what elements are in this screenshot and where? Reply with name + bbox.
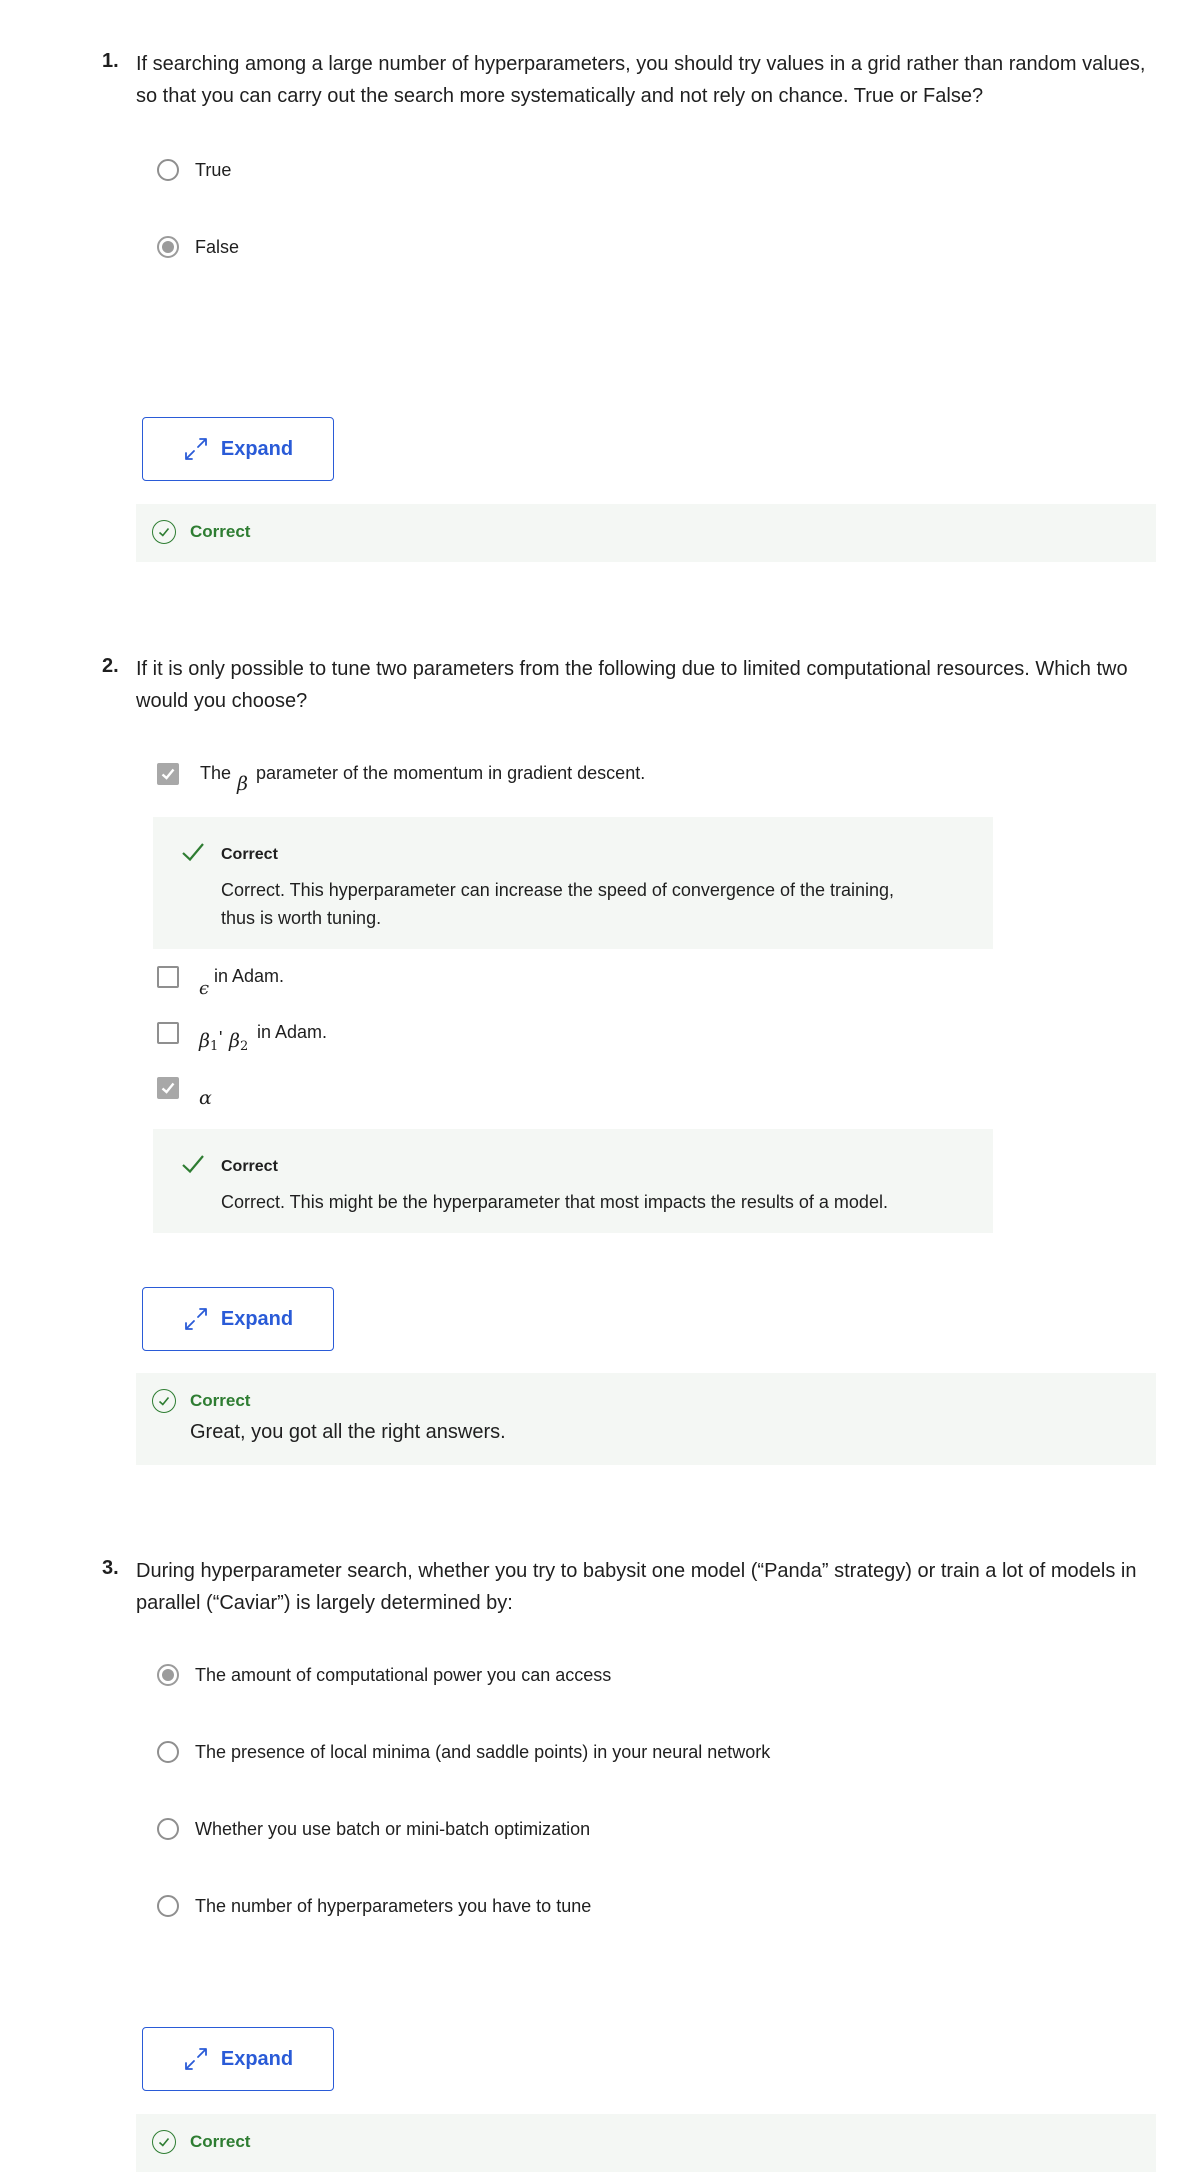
feedback-label: Correct	[221, 1158, 278, 1175]
option-label-prefix: The	[200, 763, 232, 783]
beta-symbol: β	[237, 773, 248, 795]
radio-button-selected[interactable]	[157, 1664, 179, 1686]
option-local-minima[interactable]: The presence of local minima (and saddle…	[157, 1741, 770, 1763]
option-label-suffix: parameter of the momentum in gradient de…	[256, 763, 646, 783]
check-circle-icon	[152, 520, 176, 544]
epsilon-symbol: ϵ	[199, 978, 210, 999]
question-number: 1.	[102, 50, 119, 72]
expand-label: Expand	[220, 1307, 294, 1330]
expand-arrows-icon	[184, 438, 207, 460]
question-text-line2: so that you can carry out the search mor…	[136, 85, 984, 107]
expand-label: Expand	[220, 2047, 294, 2070]
option-batch-optimization[interactable]: Whether you use batch or mini-batch opti…	[157, 1818, 590, 1840]
option-computational-power[interactable]: The amount of computational power you ca…	[157, 1664, 611, 1686]
option-false[interactable]: False	[157, 236, 239, 258]
separator: '	[219, 1028, 223, 1048]
option-number-hyperparameters[interactable]: The number of hyperparameters you have t…	[157, 1895, 591, 1917]
expand-arrows-icon	[184, 1308, 207, 1330]
checkbox[interactable]	[157, 1022, 179, 1044]
feedback-label: Correct	[221, 846, 278, 863]
question-text-line1: If it is only possible to tune two param…	[136, 658, 1128, 680]
feedback-panel: Correct Correct. This might be the hyper…	[153, 1129, 993, 1233]
expand-button[interactable]: Expand	[142, 2027, 334, 2091]
result-label: Correct	[190, 2132, 251, 2151]
option-label: The number of hyperparameters you have t…	[195, 1895, 592, 1916]
feedback-panel: Correct Correct. This hyperparameter can…	[153, 817, 993, 949]
question-text-line1: During hyperparameter search, whether yo…	[136, 1560, 1137, 1582]
radio-button[interactable]	[157, 1818, 179, 1840]
feedback-text-line2: thus is worth tuning.	[221, 908, 382, 928]
beta1-subscript: 1	[210, 1039, 219, 1054]
option-true[interactable]: True	[157, 159, 231, 181]
result-label: Correct	[190, 1391, 251, 1410]
checkbox-checked[interactable]	[157, 1077, 179, 1099]
expand-button[interactable]: Expand	[142, 417, 334, 481]
beta2-symbol: β	[229, 1030, 240, 1052]
radio-button-selected[interactable]	[157, 236, 179, 258]
expand-button[interactable]: Expand	[142, 1287, 334, 1351]
radio-button[interactable]	[157, 159, 179, 181]
question-text-line1: If searching among a large number of hyp…	[136, 53, 1146, 75]
option-label: The amount of computational power you ca…	[195, 1664, 612, 1685]
checkmark-icon	[161, 1082, 175, 1094]
option-label: True	[195, 159, 232, 180]
question-number: 2.	[102, 655, 119, 677]
checkbox-checked[interactable]	[157, 763, 179, 785]
option-label: The presence of local minima (and saddle…	[195, 1741, 771, 1762]
radio-button[interactable]	[157, 1741, 179, 1763]
result-panel: Correct	[136, 2114, 1156, 2172]
alpha-symbol: α	[199, 1087, 212, 1109]
result-panel: Correct	[136, 504, 1156, 562]
option-label-suffix: in Adam.	[214, 966, 285, 986]
checkmark-icon	[161, 768, 175, 780]
question-text-line2: parallel (“Caviar”) is largely determine…	[136, 1592, 513, 1614]
question-number: 3.	[102, 1557, 119, 1579]
beta2-subscript: 2	[240, 1039, 249, 1054]
option-label: Whether you use batch or mini-batch opti…	[195, 1818, 591, 1839]
result-message: Great, you got all the right answers.	[190, 1421, 506, 1443]
beta1-symbol: β	[199, 1030, 210, 1052]
expand-arrows-icon	[184, 2048, 207, 2070]
result-label: Correct	[190, 522, 251, 541]
feedback-text: Correct. This might be the hyperparamete…	[221, 1192, 888, 1212]
check-icon	[182, 1155, 204, 1174]
feedback-text-line1: Correct. This hyperparameter can increas…	[221, 880, 895, 900]
check-circle-icon	[152, 2130, 176, 2154]
expand-label: Expand	[220, 437, 294, 460]
check-circle-icon	[152, 1389, 176, 1413]
option-label: False	[195, 236, 240, 257]
checkbox[interactable]	[157, 966, 179, 988]
check-icon	[182, 843, 204, 862]
option-label-suffix: in Adam.	[257, 1022, 328, 1042]
radio-button[interactable]	[157, 1895, 179, 1917]
question-text-line2: would you choose?	[136, 690, 308, 712]
result-panel: Correct Great, you got all the right ans…	[136, 1373, 1156, 1465]
